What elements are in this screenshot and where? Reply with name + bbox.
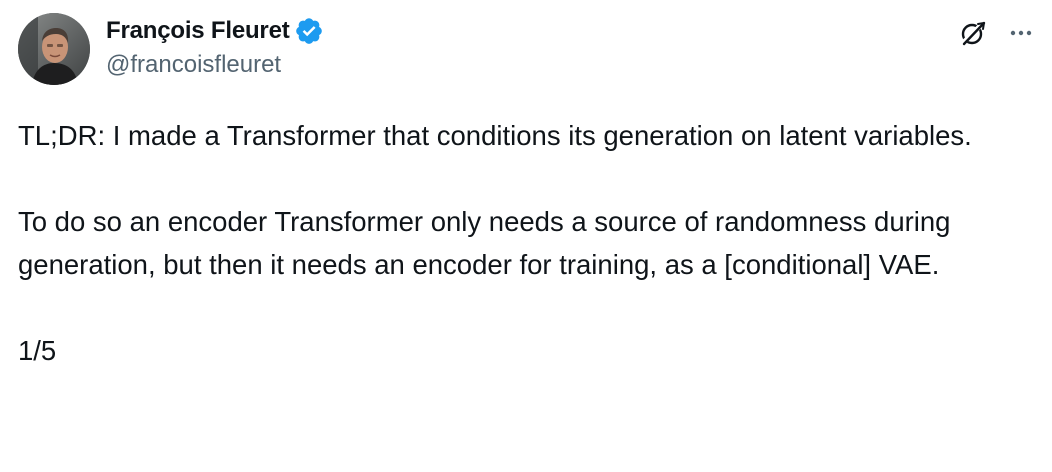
tweet-text: TL;DR: I made a Transformer that conditi…: [18, 114, 1028, 372]
author-handle[interactable]: @francoisfleuret: [106, 51, 324, 79]
verified-badge-icon[interactable]: [294, 16, 324, 46]
tweet-paragraph-2: To do so an encoder Transformer only nee…: [18, 206, 951, 280]
tweet-top-actions: [958, 18, 1036, 48]
profile-photo: [18, 13, 90, 85]
grok-icon[interactable]: [958, 18, 988, 48]
tweet-paragraph-1: TL;DR: I made a Transformer that conditi…: [18, 120, 972, 151]
tweet-card: François Fleuret @francoisfleuret TL;DR:…: [0, 0, 1052, 472]
avatar[interactable]: [18, 13, 90, 85]
thread-position: 1/5: [18, 335, 57, 366]
name-row: François Fleuret: [106, 16, 324, 46]
author-display-name[interactable]: François Fleuret: [106, 17, 290, 45]
more-options-icon[interactable]: [1006, 18, 1036, 48]
author-info: François Fleuret @francoisfleuret: [106, 16, 324, 79]
